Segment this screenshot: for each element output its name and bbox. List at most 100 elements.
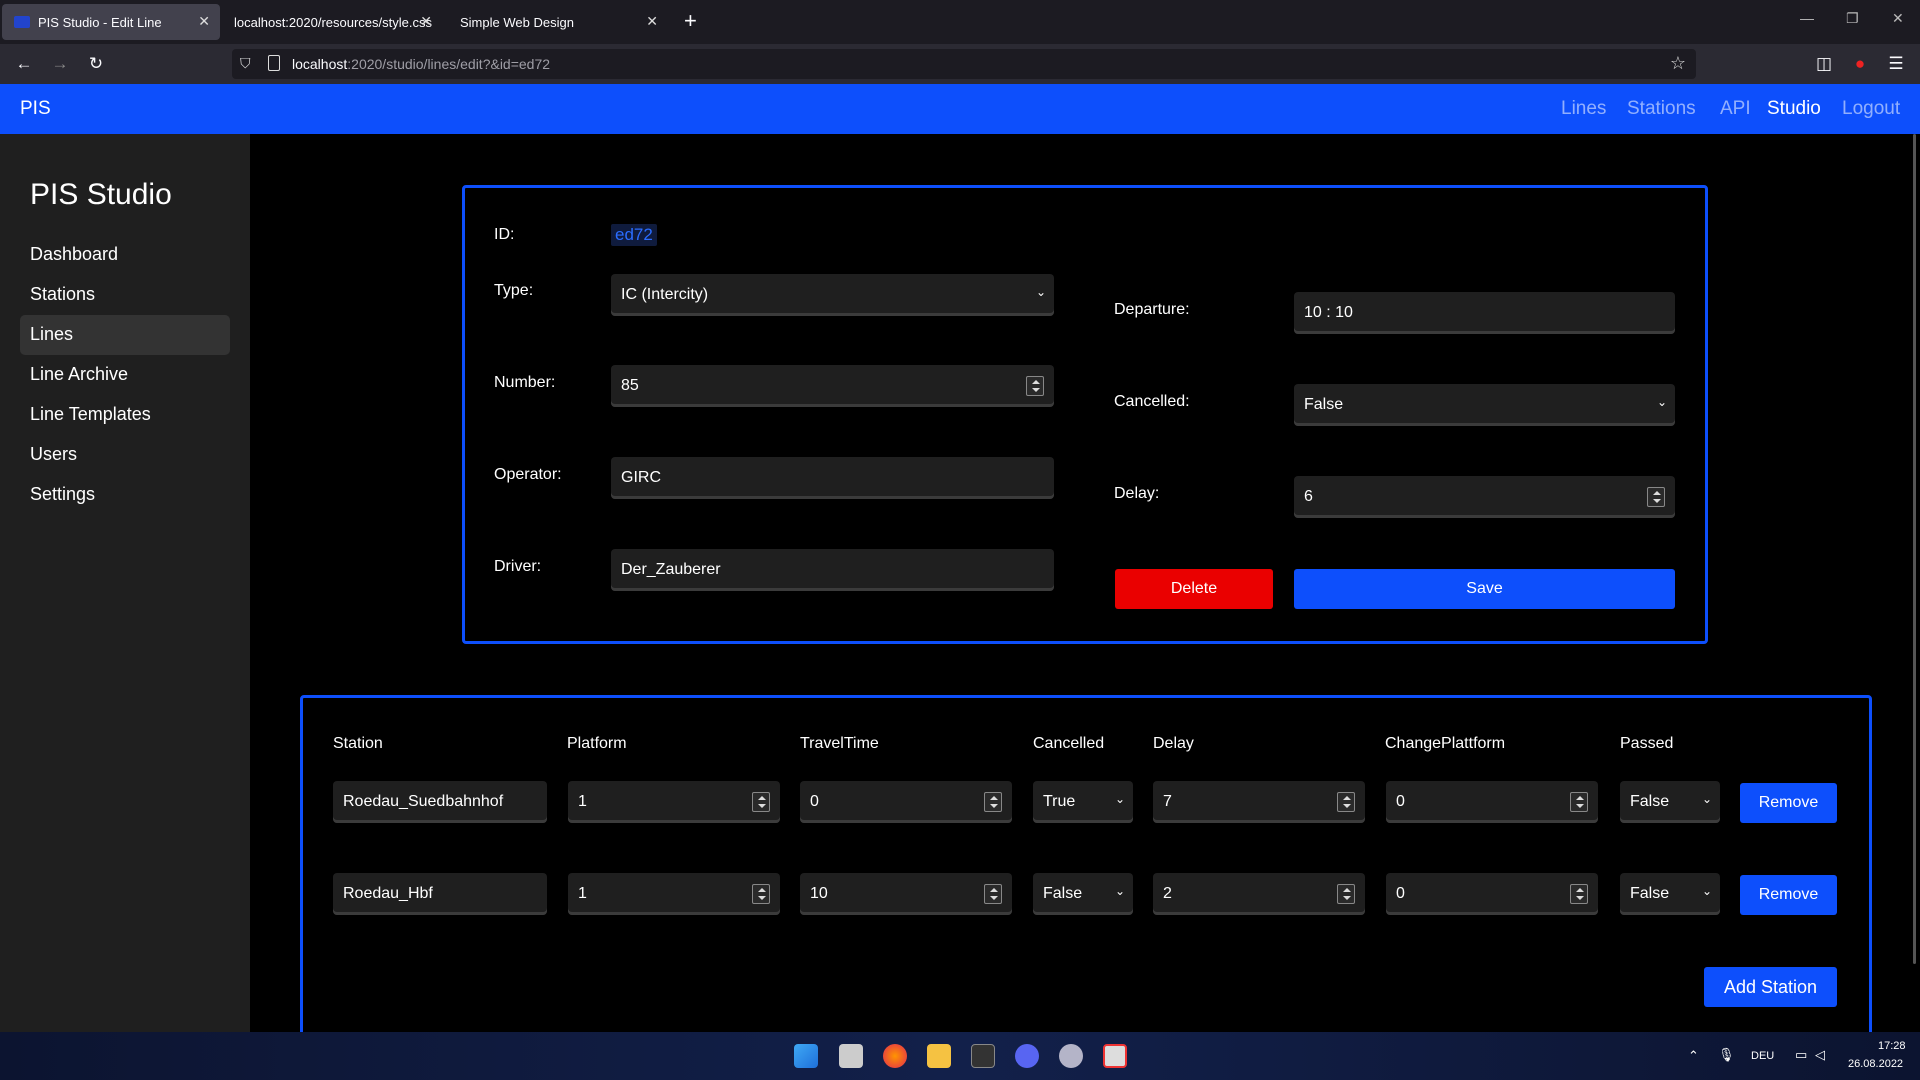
sidebar-item-stations[interactable]: Stations — [20, 275, 230, 315]
close-tab-icon[interactable]: ✕ — [198, 13, 210, 30]
discord-icon[interactable] — [1015, 1044, 1039, 1068]
network-icon[interactable]: ▭ — [1795, 1047, 1807, 1063]
file-explorer-icon[interactable] — [927, 1044, 951, 1068]
snipping-tool-icon[interactable] — [1103, 1044, 1127, 1068]
sidebar-item-line-templates[interactable]: Line Templates — [20, 395, 230, 435]
delete-button[interactable]: Delete — [1115, 569, 1273, 609]
number-label: Number: — [494, 374, 556, 391]
platform-spinner-icon[interactable] — [752, 884, 770, 904]
volume-icon[interactable]: ◁ — [1815, 1047, 1825, 1063]
add-station-button[interactable]: Add Station — [1704, 967, 1837, 1007]
operator-input[interactable]: GIRC — [611, 457, 1054, 499]
microphone-icon[interactable]: 🎙 — [1718, 1047, 1735, 1063]
delay-spinner-icon[interactable] — [1337, 792, 1355, 812]
delay-spinner-icon[interactable] — [1647, 487, 1665, 507]
delay-input[interactable]: 6 — [1294, 476, 1675, 518]
changeplatform-spinner-icon[interactable] — [1570, 884, 1588, 904]
departure-time-input[interactable]: 10 : 10 — [1294, 292, 1675, 334]
chevron-down-icon: ⌄ — [1035, 285, 1046, 299]
extension-icon[interactable]: ● — [1848, 52, 1872, 76]
changeplatform-spinner-icon[interactable] — [1570, 792, 1588, 812]
stop-delay-input[interactable]: 2 — [1153, 873, 1365, 915]
platform-input-value: 1 — [578, 793, 587, 810]
minimize-icon[interactable]: — — [1800, 10, 1814, 26]
browser-tab-bar: PIS Studio - Edit Line ✕ localhost:2020/… — [0, 0, 1920, 44]
tab-simple-web-design[interactable]: Simple Web Design ✕ — [448, 4, 668, 40]
address-bar[interactable]: ⛉ localhost:2020/studio/lines/edit?&id=e… — [232, 49, 1696, 79]
platform-spinner-icon[interactable] — [752, 792, 770, 812]
pocket-icon[interactable]: ◫ — [1812, 52, 1836, 76]
station-input[interactable]: Roedau_Suedbahnhof — [333, 781, 547, 823]
back-icon[interactable]: ← — [12, 52, 36, 76]
page-scrollbar[interactable] — [1913, 134, 1916, 964]
sidebar-item-lines[interactable]: Lines — [20, 315, 230, 355]
remove-button[interactable]: Remove — [1740, 875, 1837, 915]
traveltime-input-value: 0 — [810, 793, 819, 810]
stop-delay-value: 2 — [1163, 885, 1172, 902]
cancelled-select[interactable]: False ⌄ — [1294, 384, 1675, 426]
passed-select[interactable]: False ⌄ — [1620, 873, 1720, 915]
changeplatform-input[interactable]: 0 — [1386, 873, 1598, 915]
tab-style-css[interactable]: localhost:2020/resources/style.css ✕ — [222, 4, 442, 40]
nav-lines[interactable]: Lines — [1561, 98, 1606, 120]
tab-title: Simple Web Design — [460, 14, 574, 30]
forward-icon[interactable]: → — [48, 52, 72, 76]
column-header-passed: Passed — [1620, 735, 1674, 752]
clock-time[interactable]: 17:28 — [1878, 1040, 1906, 1052]
nav-logout[interactable]: Logout — [1842, 98, 1900, 120]
tab-title: localhost:2020/resources/style.css — [234, 14, 432, 30]
number-input[interactable]: 85 — [611, 365, 1054, 407]
stop-cancelled-select[interactable]: True ⌄ — [1033, 781, 1133, 823]
terminal-icon[interactable] — [971, 1044, 995, 1068]
platform-input[interactable]: 1 — [568, 873, 780, 915]
platform-input[interactable]: 1 — [568, 781, 780, 823]
chevron-down-icon: ⌄ — [1114, 792, 1125, 806]
cancelled-select-value: False — [1304, 396, 1344, 413]
sidebar-item-dashboard[interactable]: Dashboard — [20, 235, 230, 275]
new-tab-icon[interactable]: + — [684, 8, 697, 34]
station-input-value: Roedau_Hbf — [343, 885, 433, 902]
station-input[interactable]: Roedau_Hbf — [333, 873, 547, 915]
reload-icon[interactable]: ↻ — [84, 52, 108, 76]
traveltime-input[interactable]: 0 — [800, 781, 1012, 823]
traveltime-spinner-icon[interactable] — [984, 884, 1002, 904]
menu-icon[interactable]: ☰ — [1884, 52, 1908, 76]
traveltime-input[interactable]: 10 — [800, 873, 1012, 915]
stop-delay-input[interactable]: 7 — [1153, 781, 1365, 823]
close-tab-icon[interactable]: ✕ — [646, 13, 658, 30]
window-close-icon[interactable]: ✕ — [1892, 10, 1904, 27]
close-tab-icon[interactable]: ✕ — [420, 13, 432, 30]
traveltime-spinner-icon[interactable] — [984, 792, 1002, 812]
site-header: PIS Lines Stations API Studio Logout — [0, 84, 1920, 134]
shield-icon[interactable]: ⛉ — [240, 55, 256, 73]
nav-studio[interactable]: Studio — [1767, 98, 1821, 120]
tab-pis-studio[interactable]: PIS Studio - Edit Line ✕ — [2, 4, 220, 40]
nav-stations[interactable]: Stations — [1627, 98, 1696, 120]
sidebar-item-line-archive[interactable]: Line Archive — [20, 355, 230, 395]
changeplatform-input[interactable]: 0 — [1386, 781, 1598, 823]
tray-chevron-up-icon[interactable]: ⌃ — [1688, 1048, 1699, 1064]
sidebar-item-settings[interactable]: Settings — [20, 475, 230, 515]
departure-time-value: 10 : 10 — [1304, 304, 1353, 321]
restore-icon[interactable]: ❐ — [1846, 10, 1859, 27]
app-icon[interactable] — [1059, 1044, 1083, 1068]
brand-logo[interactable]: PIS — [20, 98, 51, 120]
chevron-down-icon: ⌄ — [1701, 792, 1712, 806]
language-indicator[interactable]: DEU — [1751, 1050, 1774, 1062]
number-spinner-icon[interactable] — [1026, 376, 1044, 396]
type-select[interactable]: IC (Intercity) ⌄ — [611, 274, 1054, 316]
save-button[interactable]: Save — [1294, 569, 1675, 609]
task-view-icon[interactable] — [839, 1044, 863, 1068]
stop-cancelled-select[interactable]: False ⌄ — [1033, 873, 1133, 915]
site-favicon-icon — [14, 16, 30, 28]
clock-date[interactable]: 26.08.2022 — [1848, 1058, 1903, 1070]
remove-button[interactable]: Remove — [1740, 783, 1837, 823]
driver-input[interactable]: Der_Zauberer — [611, 549, 1054, 591]
windows-start-icon[interactable] — [794, 1044, 818, 1068]
bookmark-star-icon[interactable]: ☆ — [1670, 53, 1686, 74]
delay-spinner-icon[interactable] — [1337, 884, 1355, 904]
nav-api[interactable]: API — [1720, 98, 1751, 120]
firefox-icon[interactable] — [883, 1044, 907, 1068]
passed-select[interactable]: False ⌄ — [1620, 781, 1720, 823]
sidebar-item-users[interactable]: Users — [20, 435, 230, 475]
